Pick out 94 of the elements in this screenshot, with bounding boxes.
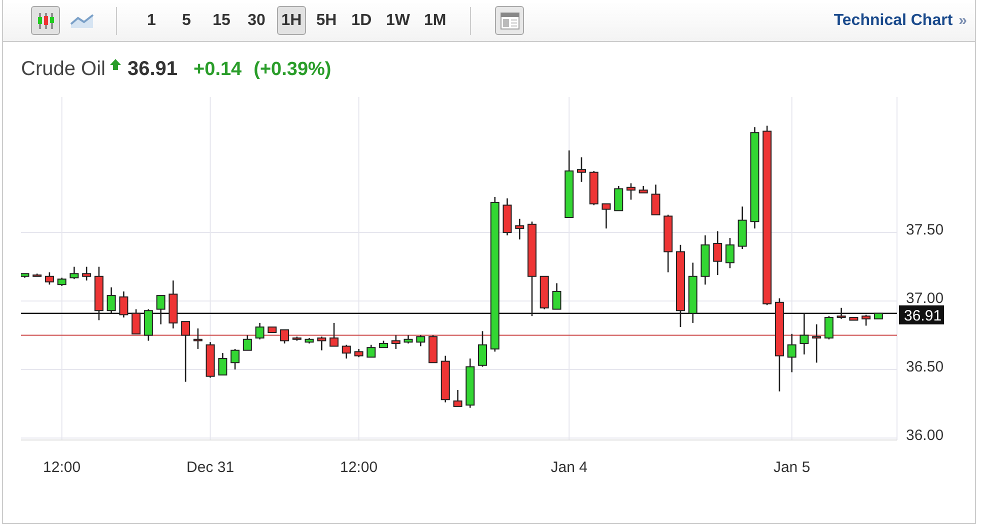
candlestick (626, 183, 636, 200)
candlestick (824, 316, 834, 340)
candlestick (862, 314, 871, 326)
candlestick-icon (36, 10, 56, 30)
y-axis-label: 37.50 (906, 222, 944, 239)
candlestick (725, 238, 734, 268)
percent-change: (+0.39%) (254, 58, 332, 80)
candlestick (416, 335, 426, 346)
price: 36.91 (127, 58, 178, 81)
instrument-name: Crude Oil (21, 58, 106, 81)
candlestick (206, 342, 215, 378)
candlestick (478, 331, 487, 367)
price-change: +0.14 (194, 58, 242, 80)
candlestick (366, 344, 376, 358)
candlestick (354, 348, 364, 358)
layout-button[interactable] (495, 6, 524, 35)
candlestick (255, 322, 264, 340)
candlestick (614, 186, 624, 212)
candlestick (57, 278, 66, 286)
candlestick (106, 287, 116, 314)
candlestick (132, 309, 141, 334)
price-tag: 36.91 (899, 305, 944, 324)
candlestick (849, 316, 858, 321)
candlestick (700, 235, 710, 285)
candlestick (21, 273, 30, 278)
candlestick (144, 309, 153, 341)
ref-line-label: 36.91 (904, 307, 942, 324)
x-axis-label: Jan 4 (550, 459, 588, 476)
candlestick (304, 338, 314, 344)
candlestick (688, 262, 698, 323)
interval-button[interactable]: 1D (347, 6, 376, 35)
candlestick (874, 312, 883, 320)
candlestick (836, 308, 846, 319)
candlestick (292, 336, 302, 341)
candlestick (404, 335, 413, 344)
candlestick (787, 334, 796, 372)
candlestick (44, 272, 54, 285)
candlestick (280, 329, 290, 344)
y-axis-label: 36.50 (906, 358, 944, 376)
candlestick (502, 198, 512, 236)
candlestick (230, 348, 240, 370)
candlestick (70, 266, 79, 280)
technical-chart-link[interactable]: Technical Chart » (834, 12, 967, 30)
candlestick (94, 266, 104, 320)
candlestick (242, 335, 252, 351)
y-axis-label: 37.00 (906, 290, 944, 308)
interval-button[interactable]: 1W (382, 6, 414, 35)
candlestick (453, 390, 462, 407)
candlestick (181, 321, 190, 382)
candlestick (602, 203, 611, 228)
x-axis-label: Jan 5 (773, 459, 810, 476)
candlestick (193, 328, 202, 349)
candlestick (317, 336, 326, 350)
chart-type-button[interactable] (31, 6, 60, 35)
candlestick (564, 150, 574, 218)
candlestick (812, 324, 822, 363)
candlestick (119, 291, 128, 318)
candlestick (32, 274, 42, 277)
x-axis-label: 12:00 (340, 459, 378, 476)
x-axis-label: Dec 31 (186, 459, 234, 476)
interval-button[interactable]: 15 (207, 6, 236, 35)
candlestick (82, 266, 92, 280)
candlestick (515, 218, 524, 240)
candlestick (552, 283, 562, 310)
candlestick (391, 335, 400, 349)
interval-button[interactable]: 1H (277, 6, 306, 35)
y-axis-label: 36.00 (906, 426, 944, 444)
candlestick (168, 280, 178, 328)
interval-button[interactable]: 1M (420, 6, 450, 35)
candlestick (379, 340, 388, 348)
candlestick (218, 353, 228, 376)
candlestick (466, 358, 475, 408)
interval-button[interactable]: 1 (137, 6, 166, 35)
candlestick (638, 186, 648, 194)
candlestick (713, 231, 722, 275)
candlestick (589, 170, 598, 206)
interval-button[interactable]: 30 (242, 6, 271, 35)
interval-button[interactable]: 5H (312, 6, 341, 35)
candlestick (577, 157, 586, 182)
candlestick (342, 344, 351, 359)
candlestick (156, 295, 166, 324)
interval-button[interactable]: 5 (172, 6, 201, 35)
candlestick (664, 214, 673, 272)
candlestick (540, 276, 549, 310)
candlestick (428, 335, 438, 364)
line-chart-icon (70, 12, 94, 28)
candlestick (268, 326, 277, 334)
candlestick (330, 322, 339, 347)
layout-icon (500, 12, 520, 30)
candlestick (651, 184, 660, 216)
candlestick (440, 356, 450, 402)
x-axis-label: 12:00 (43, 459, 81, 476)
candlestick (800, 313, 809, 354)
candlestick (738, 206, 747, 249)
